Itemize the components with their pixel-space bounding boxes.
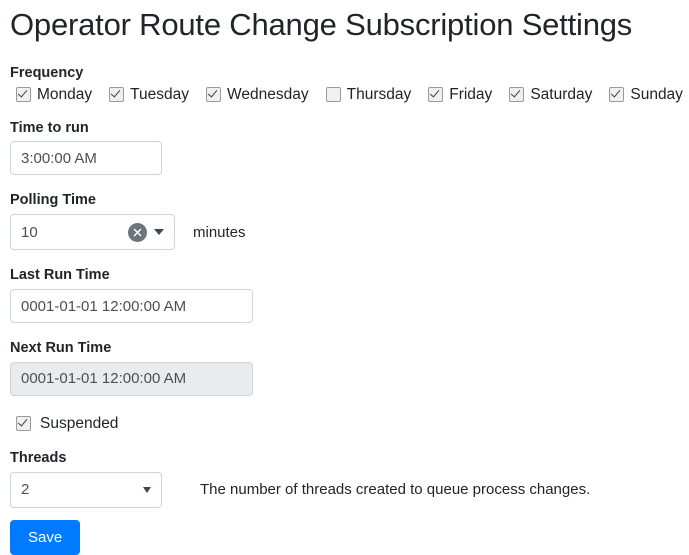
frequency-item-friday[interactable]: Friday — [422, 87, 492, 103]
frequency-group: Frequency Monday Tuesday Wednesday Thurs… — [10, 64, 683, 104]
polling-time-row: 10 minutes — [10, 214, 679, 251]
save-button[interactable]: Save — [10, 519, 81, 555]
time-to-run-group: Time to run — [10, 119, 679, 176]
last-run-time-group: Last Run Time — [10, 266, 679, 324]
frequency-label-sunday: Sunday — [630, 86, 683, 104]
threads-group: Threads 2 The number of threads created … — [10, 449, 679, 508]
frequency-item-thursday[interactable]: Thursday — [320, 86, 412, 104]
frequency-label-thursday: Thursday — [346, 86, 412, 104]
frequency-label: Frequency — [10, 65, 84, 82]
page-title: Operator Route Change Subscription Setti… — [10, 7, 633, 42]
threads-selected-value: 2 — [21, 481, 30, 499]
polling-time-label: Polling Time — [10, 192, 96, 209]
next-run-time-input — [10, 361, 253, 396]
frequency-label-saturday: Saturday — [530, 86, 593, 104]
frequency-item-sunday[interactable]: Sunday — [603, 87, 683, 103]
frequency-label-friday: Friday — [449, 86, 493, 104]
chevron-down-icon[interactable] — [154, 229, 164, 236]
last-run-time-label: Last Run Time — [10, 267, 110, 284]
next-run-time-group: Next Run Time — [10, 339, 679, 396]
threads-row: 2 The number of threads created to queue… — [10, 471, 679, 508]
frequency-item-tuesday[interactable]: Tuesday — [103, 87, 189, 103]
time-to-run-label: Time to run — [10, 119, 89, 136]
suspended-label: Suspended — [40, 414, 119, 432]
chevron-down-icon[interactable] — [143, 486, 151, 493]
frequency-label-tuesday: Tuesday — [130, 86, 190, 104]
checkbox-monday[interactable] — [16, 87, 31, 103]
checkbox-wednesday[interactable] — [206, 87, 222, 103]
checkbox-sunday[interactable] — [609, 87, 625, 103]
polling-time-unit: minutes — [193, 223, 246, 241]
frequency-checkbox-row: Monday Tuesday Wednesday Thursday Friday — [10, 86, 683, 104]
threads-help-text: The number of threads created to queue p… — [200, 481, 591, 499]
next-run-time-label: Next Run Time — [10, 340, 112, 357]
polling-time-combobox[interactable]: 10 — [10, 214, 175, 251]
frequency-item-wednesday[interactable]: Wednesday — [200, 87, 309, 103]
checkbox-tuesday[interactable] — [109, 87, 125, 103]
clear-circle-x-icon[interactable] — [128, 222, 147, 242]
polling-time-value: 10 — [21, 223, 38, 241]
last-run-time-input[interactable] — [10, 289, 253, 324]
polling-time-group: Polling Time 10 minutes — [10, 191, 679, 251]
frequency-label-monday: Monday — [37, 86, 93, 104]
suspended-row[interactable]: Suspended — [10, 415, 679, 433]
frequency-label-wednesday: Wednesday — [227, 86, 309, 104]
threads-select[interactable]: 2 — [10, 471, 162, 508]
checkbox-suspended[interactable] — [16, 416, 31, 432]
checkbox-saturday[interactable] — [509, 87, 525, 103]
frequency-item-monday[interactable]: Monday — [10, 87, 92, 103]
frequency-item-saturday[interactable]: Saturday — [503, 87, 592, 103]
time-to-run-input[interactable] — [10, 141, 162, 176]
checkbox-friday[interactable] — [428, 87, 444, 103]
checkbox-thursday[interactable] — [325, 87, 341, 103]
threads-label: Threads — [10, 449, 67, 466]
settings-page: Operator Route Change Subscription Setti… — [0, 6, 689, 555]
